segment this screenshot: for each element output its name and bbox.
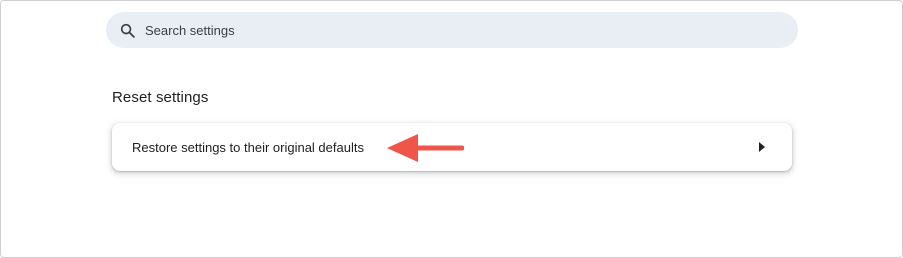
settings-page: Reset settings Restore settings to their…: [0, 0, 903, 258]
search-bar[interactable]: [106, 12, 798, 48]
search-input[interactable]: [145, 22, 745, 38]
restore-defaults-label: Restore settings to their original defau…: [132, 139, 364, 155]
search-icon: [118, 21, 136, 39]
triangle-right-icon: [756, 141, 768, 153]
section-title: Reset settings: [112, 89, 209, 106]
annotation-arrow-icon: [387, 134, 464, 162]
